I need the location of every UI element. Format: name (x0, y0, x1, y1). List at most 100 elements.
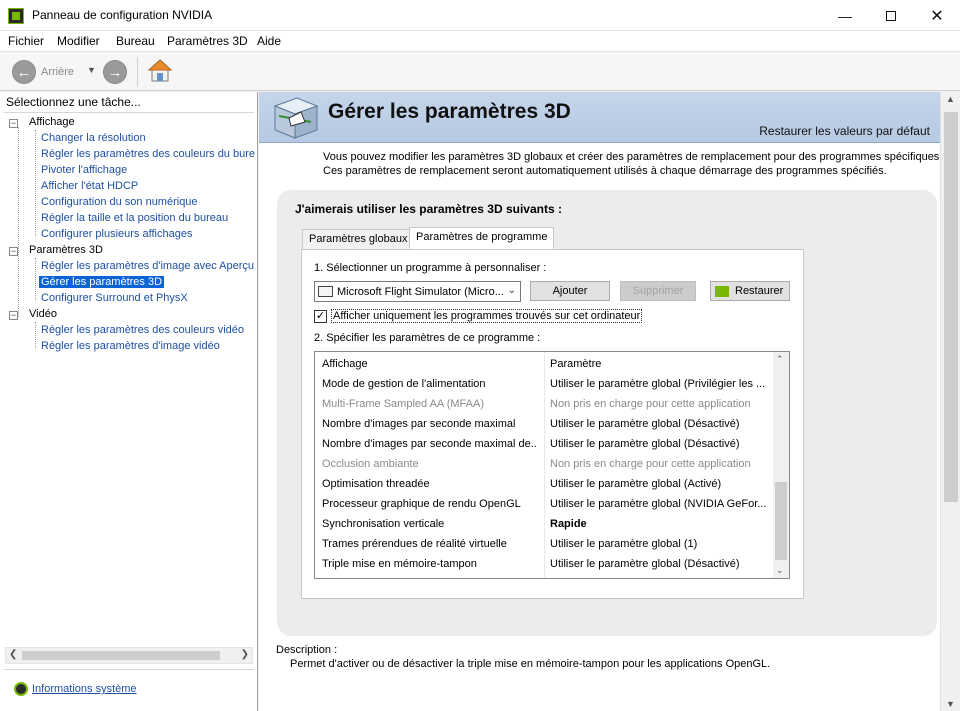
tree-category-parametres-3d[interactable]: Paramètres 3D (29, 244, 103, 256)
row-setting[interactable]: Utiliser le paramètre global (Activé) (550, 478, 770, 490)
scroll-left-icon[interactable]: ❮ (9, 649, 17, 660)
row-feature: Nombre d'images par seconde maximal (322, 418, 516, 430)
page-title: Gérer les paramètres 3D (328, 100, 571, 123)
table-row[interactable]: Processeur graphique de rendu OpenGL Uti… (315, 495, 775, 515)
3d-settings-icon (271, 96, 321, 140)
restore-defaults-link[interactable]: Restaurer les valeurs par défaut (759, 124, 930, 138)
tree-item-taille-position-bureau[interactable]: Régler la taille et la position du burea… (41, 212, 228, 224)
table-row[interactable]: Nombre d'images par seconde maximal Util… (315, 415, 775, 435)
remove-button[interactable]: Supprimer (620, 281, 696, 301)
grid-header-affichage[interactable]: Affichage (322, 358, 368, 370)
table-row[interactable]: Synchronisation verticale Rapide (315, 515, 775, 535)
restore-button-label: Restaurer (735, 285, 784, 297)
back-button[interactable]: ← Arrière (12, 60, 74, 84)
chevron-down-icon: ⌄ (507, 285, 516, 296)
tree-horizontal-scrollbar[interactable]: ❮ ❯ (5, 647, 253, 664)
table-row[interactable]: Triple mise en mémoire-tampon Utiliser l… (315, 555, 775, 575)
scroll-up-icon[interactable]: ⌃ (776, 354, 784, 365)
row-setting[interactable]: Utiliser le paramètre global (Privilégie… (550, 378, 770, 390)
row-setting[interactable]: Utiliser le paramètre global (Désactivé) (550, 418, 770, 430)
grid-header-parametre[interactable]: Paramètre (550, 358, 601, 370)
menu-bar: Fichier Modifier Bureau Paramètres 3D Ai… (0, 31, 960, 51)
tree-item-couleurs-bureau[interactable]: Régler les paramètres des couleurs du bu… (41, 148, 255, 160)
tree-item-image-apercu[interactable]: Régler les paramètres d'image avec Aperç… (41, 260, 254, 272)
table-row[interactable]: Nombre d'images par seconde maximal de..… (315, 435, 775, 455)
table-row[interactable]: Multi-Frame Sampled AA (MFAA) Non pris e… (315, 395, 775, 415)
forward-arrow-icon: → (103, 60, 127, 84)
scroll-thumb[interactable] (944, 112, 958, 502)
tree-category-affichage[interactable]: Affichage (29, 116, 75, 128)
menu-modifier[interactable]: Modifier (57, 34, 100, 48)
scroll-down-icon[interactable]: ⌄ (776, 565, 784, 576)
tree-item-pivoter-affichage[interactable]: Pivoter l'affichage (41, 164, 127, 176)
scroll-thumb[interactable] (775, 482, 787, 560)
row-setting[interactable]: Utiliser le paramètre global (Désactivé) (550, 558, 770, 570)
menu-aide[interactable]: Aide (257, 34, 281, 48)
home-icon (147, 59, 173, 82)
settings-panel: J'aimerais utiliser les paramètres 3D su… (277, 190, 937, 636)
table-row[interactable]: Optimisation threadée Utiliser le paramè… (315, 475, 775, 495)
menu-fichier[interactable]: Fichier (8, 34, 44, 48)
system-info-label[interactable]: Informations système (32, 683, 137, 695)
restore-button[interactable]: Restaurer (710, 281, 790, 301)
grid-vertical-scrollbar[interactable]: ⌃ ⌄ (773, 352, 789, 578)
add-button[interactable]: Ajouter (530, 281, 610, 301)
tree-item-etat-hdcp[interactable]: Afficher l'état HDCP (41, 180, 138, 192)
tab-parametres-globaux[interactable]: Paramètres globaux (302, 229, 415, 250)
tree-line (18, 127, 19, 317)
row-feature: Mode de gestion de l'alimentation (322, 378, 486, 390)
row-setting[interactable]: Utiliser le paramètre global (NVIDIA GeF… (550, 498, 770, 510)
row-feature: Triple mise en mémoire-tampon (322, 558, 477, 570)
home-button[interactable] (147, 58, 173, 84)
expander-video[interactable]: − (9, 311, 18, 320)
row-feature: Occlusion ambiante (322, 458, 419, 470)
scroll-thumb[interactable] (22, 651, 220, 660)
program-dropdown[interactable]: Microsoft Flight Simulator (Micro... ⌄ (314, 281, 521, 302)
tree-item-surround-physx[interactable]: Configurer Surround et PhysX (41, 292, 188, 304)
back-arrow-icon: ← (12, 60, 36, 84)
minimize-icon: — (838, 7, 852, 24)
scroll-down-icon[interactable]: ▼ (946, 699, 955, 709)
tree-item-changer-resolution[interactable]: Changer la résolution (41, 132, 146, 144)
program-window-icon (318, 286, 333, 297)
show-installed-checkbox[interactable]: ✓ Afficher uniquement les programmes tro… (314, 309, 643, 323)
table-row[interactable]: Trames prérendues de réalité virtuelle U… (315, 535, 775, 555)
scroll-right-icon[interactable]: ❯ (241, 649, 249, 660)
scroll-up-icon[interactable]: ▲ (946, 94, 955, 104)
row-setting[interactable]: Utiliser le paramètre global (Désactivé) (550, 438, 770, 450)
step1-label: 1. Sélectionner un programme à personnal… (314, 262, 547, 274)
row-setting: Non pris en charge pour cette applicatio… (550, 398, 751, 410)
checkbox-checked-icon[interactable]: ✓ (314, 309, 327, 323)
expander-affichage[interactable]: − (9, 119, 18, 128)
tab-parametres-programme[interactable]: Paramètres de programme (409, 227, 555, 249)
page-vertical-scrollbar[interactable]: ▲ ▼ (940, 92, 960, 711)
tree-item-son-numerique[interactable]: Configuration du son numérique (41, 196, 198, 208)
history-dropdown-icon[interactable]: ▼ (87, 65, 96, 75)
maximize-button[interactable] (868, 0, 914, 31)
description-text: Permet d'activer ou de désactiver la tri… (290, 658, 771, 670)
row-setting[interactable]: Rapide (550, 518, 770, 530)
system-info-link[interactable]: Informations système (14, 682, 137, 696)
forward-button[interactable]: → (103, 60, 127, 84)
close-button[interactable]: ✕ (914, 0, 960, 31)
row-feature: Optimisation threadée (322, 478, 430, 490)
minimize-button[interactable]: — (822, 0, 868, 31)
tree-item-plusieurs-affichages[interactable]: Configurer plusieurs affichages (41, 228, 192, 240)
row-setting: Non pris en charge pour cette applicatio… (550, 458, 751, 470)
table-row[interactable]: Occlusion ambiante Non pris en charge po… (315, 455, 775, 475)
expander-parametres-3d[interactable]: − (9, 247, 18, 256)
tree-item-gerer-parametres-3d[interactable]: Gérer les paramètres 3D (39, 276, 165, 288)
settings-grid[interactable]: Affichage Paramètre Mode de gestion de l… (314, 351, 790, 579)
window-title: Panneau de configuration NVIDIA (32, 8, 213, 22)
tree-category-video[interactable]: Vidéo (29, 308, 57, 320)
tree-item-couleurs-video[interactable]: Régler les paramètres des couleurs vidéo (41, 324, 244, 336)
row-setting[interactable]: Utiliser le paramètre global (1) (550, 538, 770, 550)
footer-divider (4, 669, 254, 670)
header-divider (4, 112, 254, 113)
toolbar-divider (137, 57, 138, 87)
menu-parametres-3d[interactable]: Paramètres 3D (167, 34, 248, 48)
menu-bureau[interactable]: Bureau (116, 34, 155, 48)
tree-item-image-video[interactable]: Régler les paramètres d'image vidéo (41, 340, 220, 352)
tree-line (35, 258, 36, 300)
table-row[interactable]: Mode de gestion de l'alimentation Utilis… (315, 375, 775, 395)
